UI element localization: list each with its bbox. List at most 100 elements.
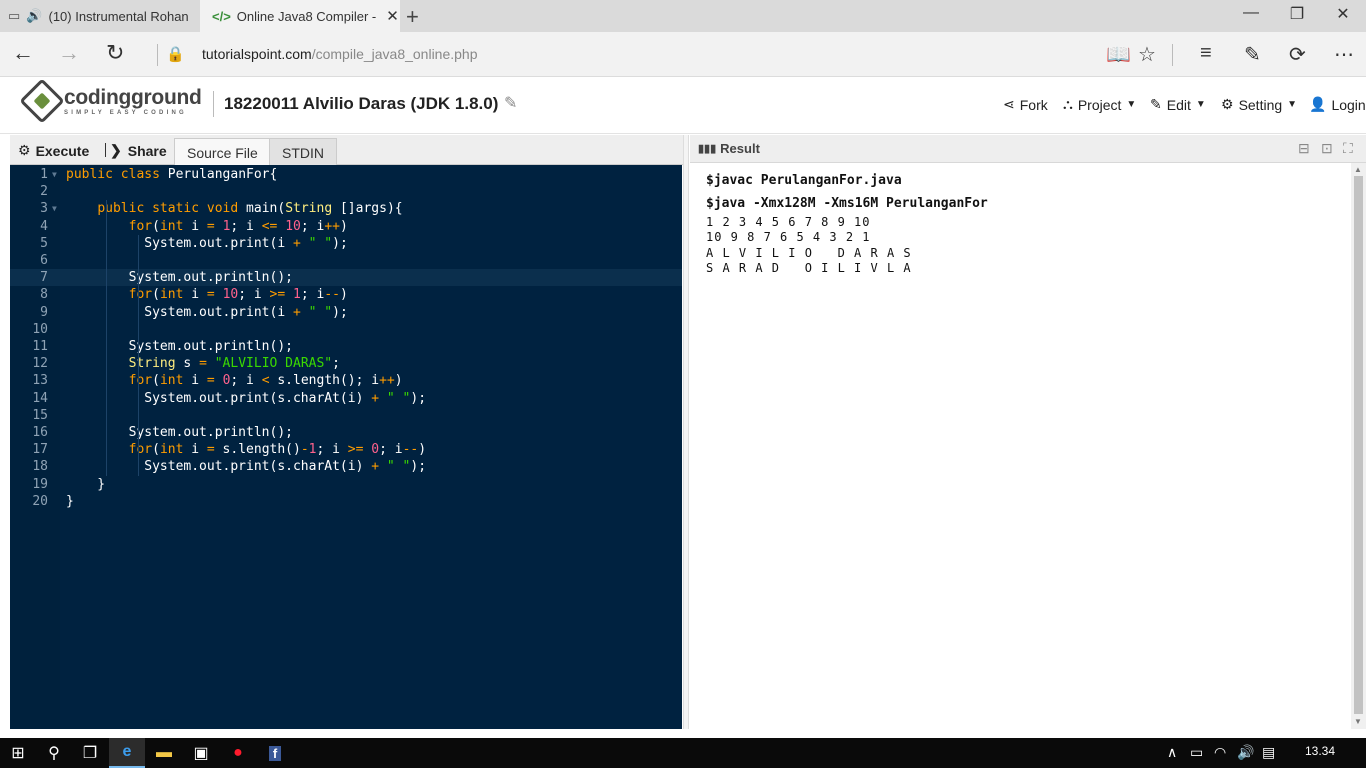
logo-tagline: SIMPLY EASY CODING [64, 110, 187, 116]
panel-splitter[interactable] [683, 135, 689, 729]
code-line[interactable]: 5 System.out.print(i + " "); [10, 235, 682, 252]
code-line[interactable]: 6 [10, 252, 682, 269]
result-scrollbar[interactable]: ▲ ▼ [1351, 163, 1366, 729]
edge-browser-icon[interactable]: e [109, 738, 145, 768]
edit-icon: ✎ [1150, 96, 1162, 112]
minimize-button[interactable]: — [1228, 4, 1274, 22]
code-line[interactable]: 7 System.out.println(); [10, 269, 682, 287]
taskbar-clock[interactable]: 13.34 [1305, 744, 1335, 758]
result-toolbar: ▮▮▮ Result ⊟ ⊡ ⛶ [690, 135, 1366, 163]
line-number: 12 [32, 356, 48, 372]
more-icon[interactable]: ⋯ [1334, 42, 1354, 67]
windows-taskbar: ⊞ ⚲ ❐ e ▬ ▣ ● f ∧ ▭ ◠ 🔊 ▤ 13.34 [0, 738, 1366, 768]
start-button-icon[interactable]: ⊞ [0, 738, 36, 768]
lock-icon: 🔒 [166, 46, 185, 63]
code-line[interactable]: 2 [10, 183, 682, 200]
tab-preview-icon: ▭ [8, 8, 21, 23]
code-line[interactable]: 9 System.out.print(i + " "); [10, 304, 682, 321]
browser-tab-inactive[interactable]: ▭ 🔊 (10) Instrumental Rohan [0, 0, 200, 32]
line-number: 4 [40, 218, 48, 234]
code-text: System.out.println(); [66, 339, 293, 354]
fold-caret-icon[interactable]: ▼ [52, 166, 57, 183]
line-number: 14 [32, 390, 48, 406]
opera-icon[interactable]: ● [220, 738, 256, 768]
notifications-icon[interactable]: ▤ [1262, 744, 1275, 761]
editor-toolbar: ⚙ Execute ❯ Share Source File STDIN [10, 135, 683, 165]
store-icon[interactable]: ▣ [183, 738, 219, 768]
web-note-icon[interactable]: ✎ [1244, 42, 1261, 67]
fullscreen-icon[interactable]: ⛶ [1343, 140, 1353, 157]
menu-setting[interactable]: ⚙ Setting ▼ [1221, 96, 1297, 113]
browser-tab-active[interactable]: </> Online Java8 Compiler - ✕ [200, 0, 400, 32]
share-button[interactable]: ❯ Share [110, 142, 167, 159]
reading-view-icon[interactable]: 📖 [1106, 42, 1131, 67]
share-label: Share [127, 142, 167, 159]
restore-button[interactable]: ❐ [1274, 4, 1320, 24]
code-text: String s = "ALVILIO DARAS"; [128, 356, 340, 372]
bar-chart-icon: ▮▮▮ [698, 143, 717, 155]
code-line[interactable]: 10 [10, 321, 682, 338]
menu-edit[interactable]: ✎ Edit ▼ [1150, 96, 1206, 113]
codingground-logo-icon[interactable] [19, 78, 65, 124]
code-line[interactable]: 15 [10, 407, 682, 424]
tray-chevron-icon[interactable]: ∧ [1167, 744, 1177, 761]
hub-icon[interactable]: ≡ [1200, 42, 1212, 65]
code-line[interactable]: 16 System.out.println(); [10, 424, 682, 441]
code-line[interactable]: 1 ▼ public class PerulanganFor{ [10, 166, 682, 183]
volume-icon[interactable]: 🔊 [1237, 744, 1254, 761]
code-editor[interactable]: 1 ▼ public class PerulanganFor{2 3 ▼ public … [10, 165, 682, 729]
code-line[interactable]: 19 } [10, 476, 682, 493]
collapse-icon[interactable]: ⊟ [1298, 140, 1310, 157]
logo-text[interactable]: codingground [64, 86, 202, 110]
code-line[interactable]: 4 for(int i = 1; i <= 10; i++) [10, 218, 682, 235]
output-line: 1 2 3 4 5 6 7 8 9 10 [706, 215, 871, 229]
edit-title-icon[interactable]: ✎ [504, 93, 517, 113]
site-header: codingground SIMPLY EASY CODING 18220011… [0, 77, 1366, 134]
code-line[interactable]: 20} [10, 493, 682, 510]
code-line[interactable]: 8 for(int i = 10; i >= 1; i--) [10, 286, 682, 303]
menu-login[interactable]: 👤 Login [1309, 96, 1366, 113]
code-line[interactable]: 14 System.out.print(s.charAt(i) + " "); [10, 390, 682, 407]
forward-button[interactable]: → [58, 40, 80, 66]
close-tab-icon[interactable]: ✕ [386, 7, 399, 25]
scroll-down-icon[interactable]: ▼ [1354, 717, 1362, 726]
address-bar[interactable]: tutorialspoint.com/compile_java8_online.… [202, 46, 478, 62]
tab-stdin[interactable]: STDIN [269, 138, 337, 165]
code-line[interactable]: 11 System.out.println(); [10, 338, 682, 355]
compile-command: $javac PerulanganFor.java [706, 173, 902, 188]
battery-icon[interactable]: ▭ [1190, 744, 1203, 761]
execute-button[interactable]: ⚙ Execute [18, 142, 89, 159]
scroll-up-icon[interactable]: ▲ [1354, 165, 1362, 174]
fork-icon: ⋖ [1003, 96, 1015, 112]
menu-fork[interactable]: ⋖ Fork [1003, 96, 1048, 113]
output-line: 10 9 8 7 6 5 4 3 2 1 [706, 230, 871, 244]
fit-icon[interactable]: ⊡ [1321, 140, 1333, 157]
code-text: public class PerulanganFor{ [66, 167, 278, 182]
code-line[interactable]: 3 ▼ public static void main(String []args… [10, 200, 682, 217]
menu-project[interactable]: ⛬ Project ▼ [1063, 96, 1136, 113]
line-number: 11 [32, 339, 48, 354]
search-icon[interactable]: ⚲ [36, 738, 72, 768]
line-number: 7 [40, 270, 48, 286]
refresh-button[interactable]: ↻ [106, 40, 124, 66]
back-button[interactable]: ← [12, 40, 34, 66]
audio-playing-icon[interactable]: 🔊 [26, 8, 42, 24]
close-window-button[interactable]: ✕ [1320, 4, 1366, 24]
task-view-icon[interactable]: ❐ [72, 738, 108, 768]
wifi-icon[interactable]: ◠ [1214, 744, 1226, 761]
code-line[interactable]: 12 String s = "ALVILIO DARAS"; [10, 355, 682, 372]
output-line: S A R A D O I L I V L A [706, 261, 912, 275]
new-tab-button[interactable]: + [406, 4, 419, 30]
fold-caret-icon[interactable]: ▼ [52, 200, 57, 217]
project-title: 18220011 Alvilio Daras (JDK 1.8.0) [224, 94, 499, 113]
code-line[interactable]: 13 for(int i = 0; i < s.length(); i++) [10, 372, 682, 389]
result-label: Result [720, 141, 760, 156]
file-explorer-icon[interactable]: ▬ [146, 738, 182, 768]
share-icon[interactable]: ⟳ [1289, 42, 1306, 67]
code-line[interactable]: 18 System.out.print(s.charAt(i) + " "); [10, 458, 682, 475]
favorite-star-icon[interactable]: ☆ [1138, 42, 1156, 67]
tab-source-file[interactable]: Source File [174, 138, 271, 165]
facebook-icon[interactable]: f [257, 738, 293, 768]
code-line[interactable]: 17 for(int i = s.length()-1; i >= 0; i--… [10, 441, 682, 458]
scrollbar-thumb[interactable] [1354, 176, 1363, 714]
